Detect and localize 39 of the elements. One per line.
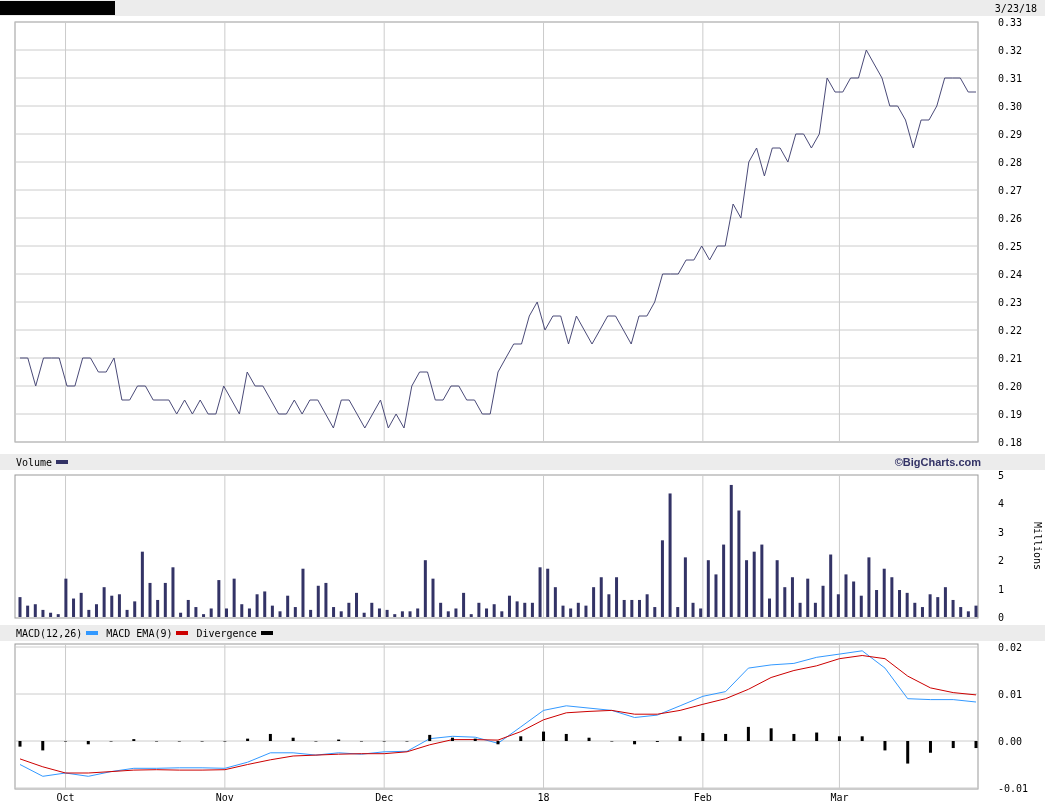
axis-title: Millions bbox=[1032, 521, 1043, 571]
axis-label: Oct bbox=[56, 792, 75, 803]
axis-label: 18 bbox=[537, 792, 550, 803]
chart-date: 3/23/18 bbox=[994, 1, 1037, 16]
legend-label: MACD EMA(9) bbox=[106, 626, 173, 641]
axis-label: 0.24 bbox=[998, 269, 1023, 280]
axis-label: 0.30 bbox=[998, 101, 1023, 112]
brand-text: ©BigCharts.com bbox=[894, 454, 982, 470]
axis-label: Feb bbox=[693, 792, 712, 803]
axis-label: -0.01 bbox=[998, 783, 1029, 794]
axis-label: 0.23 bbox=[998, 297, 1023, 308]
axis-label: 0.19 bbox=[998, 409, 1023, 420]
axis-label: 0 bbox=[998, 612, 1005, 623]
axis-label: 2 bbox=[998, 555, 1005, 567]
axis-label: 0.21 bbox=[998, 353, 1023, 364]
axis-label: 0.20 bbox=[998, 381, 1023, 392]
axis-label: 4 bbox=[998, 498, 1005, 510]
legend-label: Divergence bbox=[196, 626, 257, 641]
axis-label: 0.29 bbox=[998, 129, 1023, 140]
legend-label: MACD(12,26) bbox=[16, 626, 83, 641]
axis-label: 5 bbox=[998, 470, 1005, 481]
axis-label: 3 bbox=[998, 526, 1005, 538]
axis-label: 0.02 bbox=[998, 642, 1023, 653]
axis-label: Mar bbox=[830, 792, 849, 803]
axis-label: 0.22 bbox=[998, 325, 1023, 336]
axis-label: 0.18 bbox=[998, 437, 1023, 448]
axis-label: Nov bbox=[215, 792, 234, 803]
axis-label: 0.25 bbox=[998, 241, 1023, 252]
axis-label: 0.32 bbox=[998, 45, 1023, 56]
axis-label: 0.27 bbox=[998, 185, 1023, 196]
axis-label: Dec bbox=[375, 792, 394, 803]
axis-label: 0.00 bbox=[998, 736, 1023, 747]
axis-label: 1 bbox=[998, 583, 1005, 595]
legend-label: Volume bbox=[16, 455, 53, 470]
axis-label: 0.33 bbox=[998, 17, 1023, 28]
axis-label: 0.28 bbox=[998, 157, 1023, 168]
axis-label: 0.31 bbox=[998, 73, 1023, 84]
axis-label: 0.01 bbox=[998, 689, 1023, 700]
axis-label: 0.26 bbox=[998, 213, 1023, 224]
